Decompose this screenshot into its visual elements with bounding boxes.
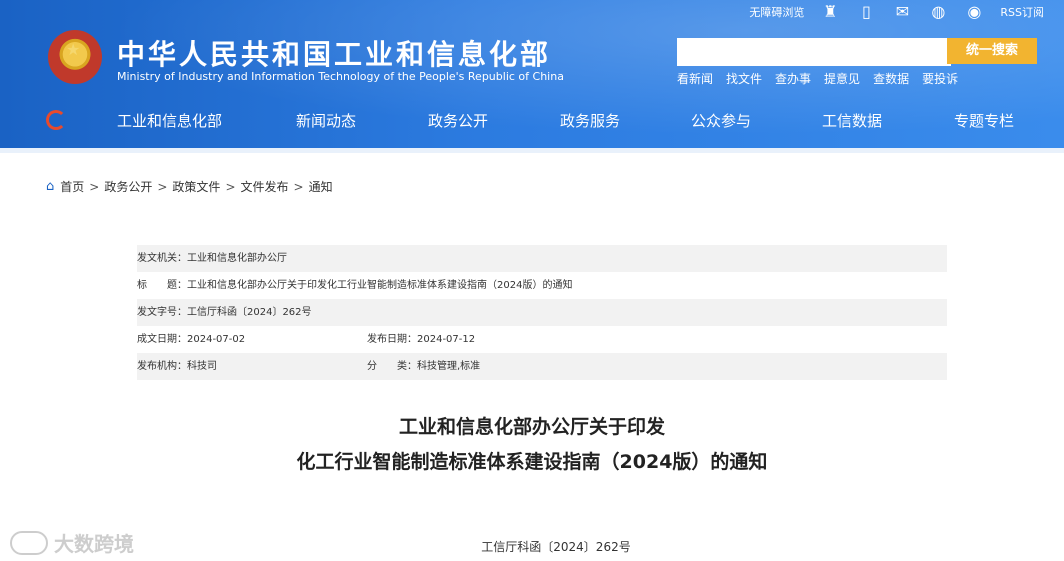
top-links: 无障碍浏览 ♜ ▯ ✉ ◍ ◉ RSS订阅 (749, 3, 1044, 21)
weibo-icon[interactable]: ◉ (964, 3, 984, 21)
miit-logo-icon[interactable] (46, 110, 66, 130)
meta-doc-no: 发文字号：工信厅科函〔2024〕262号 (137, 307, 312, 318)
meta-published: 发布日期：2024-07-12 (367, 334, 476, 345)
breadcrumb-open-gov[interactable]: 政务公开 (104, 178, 152, 195)
search-input[interactable] (677, 38, 951, 66)
quicklink-feedback[interactable]: 提意见 (824, 70, 860, 87)
breadcrumb-separator: > (157, 179, 168, 194)
header-divider (0, 148, 1064, 153)
breadcrumb-separator: > (293, 179, 304, 194)
figure-icon[interactable]: ♜ (820, 3, 840, 21)
quicklink-data[interactable]: 查数据 (873, 70, 909, 87)
quicklink-files[interactable]: 找文件 (726, 70, 762, 87)
search-button[interactable]: 统一搜索 (947, 38, 1037, 64)
breadcrumb-separator: > (225, 179, 236, 194)
breadcrumb-releases[interactable]: 文件发布 (241, 178, 289, 195)
nav-item-participation[interactable]: 公众参与 (691, 110, 751, 131)
site-title[interactable]: 中华人民共和国工业和信息化部 (117, 33, 551, 73)
home-icon: ⌂ (46, 179, 55, 194)
national-emblem-icon (48, 30, 102, 84)
nav-item-news[interactable]: 新闻动态 (296, 110, 356, 131)
main-nav: 工业和信息化部 新闻动态 政务公开 政务服务 公众参与 工信数据 专题专栏 (0, 100, 1064, 140)
document-title-line1: 工业和信息化部办公厅关于印发 (398, 416, 665, 438)
watermark-logo-icon (10, 530, 48, 555)
mail-icon[interactable]: ✉ (892, 3, 912, 21)
breadcrumb-notice[interactable]: 通知 (309, 178, 333, 195)
quicklink-complaint[interactable]: 要投诉 (922, 70, 958, 87)
meta-created: 成文日期：2024-07-02 (137, 334, 246, 345)
nav-item-open-gov[interactable]: 政务公开 (428, 110, 488, 131)
document-title-line2: 化工行业智能制造标准体系建设指南（2024版）的通知 (296, 451, 768, 473)
meta-row-title: 标 题：工业和信息化部办公厅关于印发化工行业智能制造标准体系建设指南（2024版… (137, 272, 947, 299)
breadcrumb: ⌂ 首页 > 政务公开 > 政策文件 > 文件发布 > 通知 (46, 178, 333, 195)
meta-row-docno: 发文字号：工信厅科函〔2024〕262号 (137, 299, 947, 326)
watermark-text: 大数跨境 (54, 532, 134, 556)
nav-item-topics[interactable]: 专题专栏 (954, 110, 1014, 131)
meta-issuer: 发文机关：工业和信息化部办公厅 (137, 253, 287, 264)
document-number: 工信厅科函〔2024〕262号 (481, 540, 631, 554)
meta-row-org: 发布机构：科技司 分 类：科技管理,标准 (137, 353, 947, 380)
meta-title: 标 题：工业和信息化部办公厅关于印发化工行业智能制造标准体系建设指南（2024版… (137, 280, 573, 291)
rss-link[interactable]: RSS订阅 (1000, 4, 1044, 20)
site-subtitle: Ministry of Industry and Information Tec… (117, 70, 564, 83)
watermark: 大数跨境 (10, 528, 134, 557)
nav-item-services[interactable]: 政务服务 (560, 110, 620, 131)
meta-row-issuer: 发文机关：工业和信息化部办公厅 (137, 245, 947, 272)
breadcrumb-separator: > (89, 179, 100, 194)
meta-category: 分 类：科技管理,标准 (367, 361, 481, 372)
nav-item-data[interactable]: 工信数据 (822, 110, 882, 131)
document-metadata-table: 发文机关：工业和信息化部办公厅 标 题：工业和信息化部办公厅关于印发化工行业智能… (137, 245, 947, 380)
breadcrumb-home[interactable]: 首页 (60, 178, 84, 195)
meta-row-dates: 成文日期：2024-07-02 发布日期：2024-07-12 (137, 326, 947, 353)
quicklink-services[interactable]: 查办事 (775, 70, 811, 87)
wechat-icon[interactable]: ◍ (928, 3, 948, 21)
accessible-browse-link[interactable]: 无障碍浏览 (749, 4, 804, 20)
site-header: 中华人民共和国工业和信息化部 Ministry of Industry and … (0, 0, 1064, 153)
mobile-icon[interactable]: ▯ (856, 3, 876, 21)
meta-org: 发布机构：科技司 (137, 361, 217, 372)
nav-item-ministry[interactable]: 工业和信息化部 (117, 110, 222, 131)
quicklink-news[interactable]: 看新闻 (677, 70, 713, 87)
quick-links: 看新闻 找文件 查办事 提意见 查数据 要投诉 (677, 70, 958, 87)
breadcrumb-policy[interactable]: 政策文件 (172, 178, 220, 195)
